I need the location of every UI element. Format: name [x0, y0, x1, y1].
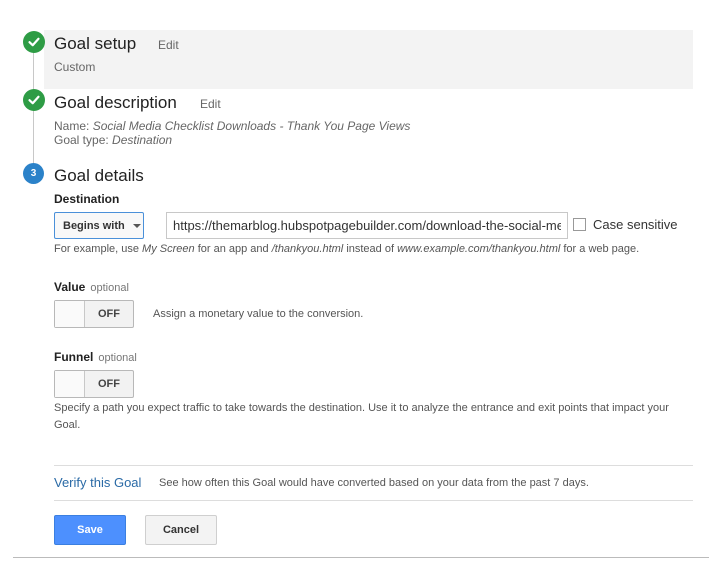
verify-description: See how often this Goal would have conve… [159, 477, 589, 489]
cancel-button[interactable]: Cancel [145, 515, 217, 545]
value-label: Value [54, 280, 86, 294]
toggle-knob [55, 371, 85, 397]
destination-hint: For example, use My Screen for an app an… [54, 243, 639, 255]
toggle-knob [55, 301, 85, 327]
goal-name-value: Social Media Checklist Downloads - Thank… [92, 119, 411, 133]
match-type-value: Begins with [63, 219, 125, 232]
goal-type-line: Goal type: Destination [54, 133, 172, 147]
funnel-description-line2: Goal. [54, 419, 81, 431]
hint-text: for an app and [197, 243, 269, 255]
funnel-label: Funnel [54, 350, 94, 364]
hint-text: For example, use [54, 243, 139, 255]
save-button[interactable]: Save [54, 515, 126, 545]
value-toggle[interactable]: OFF [54, 300, 134, 328]
goal-type-label: Goal type: [54, 133, 109, 147]
goal-setup-title: Goal setup [54, 34, 137, 53]
goal-description-title: Goal description [54, 93, 177, 112]
funnel-label-row: Funnel optional [54, 350, 137, 364]
funnel-toggle-state: OFF [98, 378, 120, 390]
goal-name-line: Name: Social Media Checklist Downloads -… [54, 119, 410, 133]
chevron-down-icon [132, 223, 141, 228]
case-sensitive-checkbox[interactable] [573, 218, 586, 231]
hint-text: for a web page. [563, 243, 640, 255]
destination-url-input[interactable] [166, 212, 568, 239]
verify-goal-link[interactable]: Verify this Goal [54, 475, 141, 490]
check-icon [23, 89, 45, 111]
value-label-row: Value optional [54, 280, 129, 294]
divider [54, 500, 693, 501]
value-optional-label: optional [90, 282, 129, 294]
case-sensitive-label: Case sensitive [593, 217, 678, 232]
step-number-badge: 3 [23, 163, 44, 184]
hint-example: /thankyou.html [271, 243, 344, 255]
goal-description-edit-link[interactable]: Edit [200, 97, 221, 111]
bottom-divider [13, 557, 709, 558]
funnel-toggle[interactable]: OFF [54, 370, 134, 398]
funnel-optional-label: optional [98, 352, 137, 364]
goal-name-label: Name: [54, 119, 90, 133]
hint-example: www.example.com/thankyou.html [397, 243, 561, 255]
check-icon [23, 31, 45, 53]
value-description: Assign a monetary value to the conversio… [153, 308, 364, 320]
goal-type-value: Destination [112, 133, 173, 147]
destination-label: Destination [54, 192, 120, 206]
goal-setup-edit-link[interactable]: Edit [158, 38, 179, 52]
hint-text: instead of [346, 243, 395, 255]
funnel-description-line1: Specify a path you expect traffic to tak… [54, 402, 669, 414]
value-toggle-state: OFF [98, 308, 120, 320]
divider [54, 465, 693, 466]
match-type-dropdown[interactable]: Begins with [54, 212, 144, 239]
goal-setup-summary: Custom [54, 60, 96, 74]
goal-setup-panel [44, 30, 693, 89]
goal-details-title: Goal details [54, 166, 144, 185]
hint-example: My Screen [142, 243, 195, 255]
